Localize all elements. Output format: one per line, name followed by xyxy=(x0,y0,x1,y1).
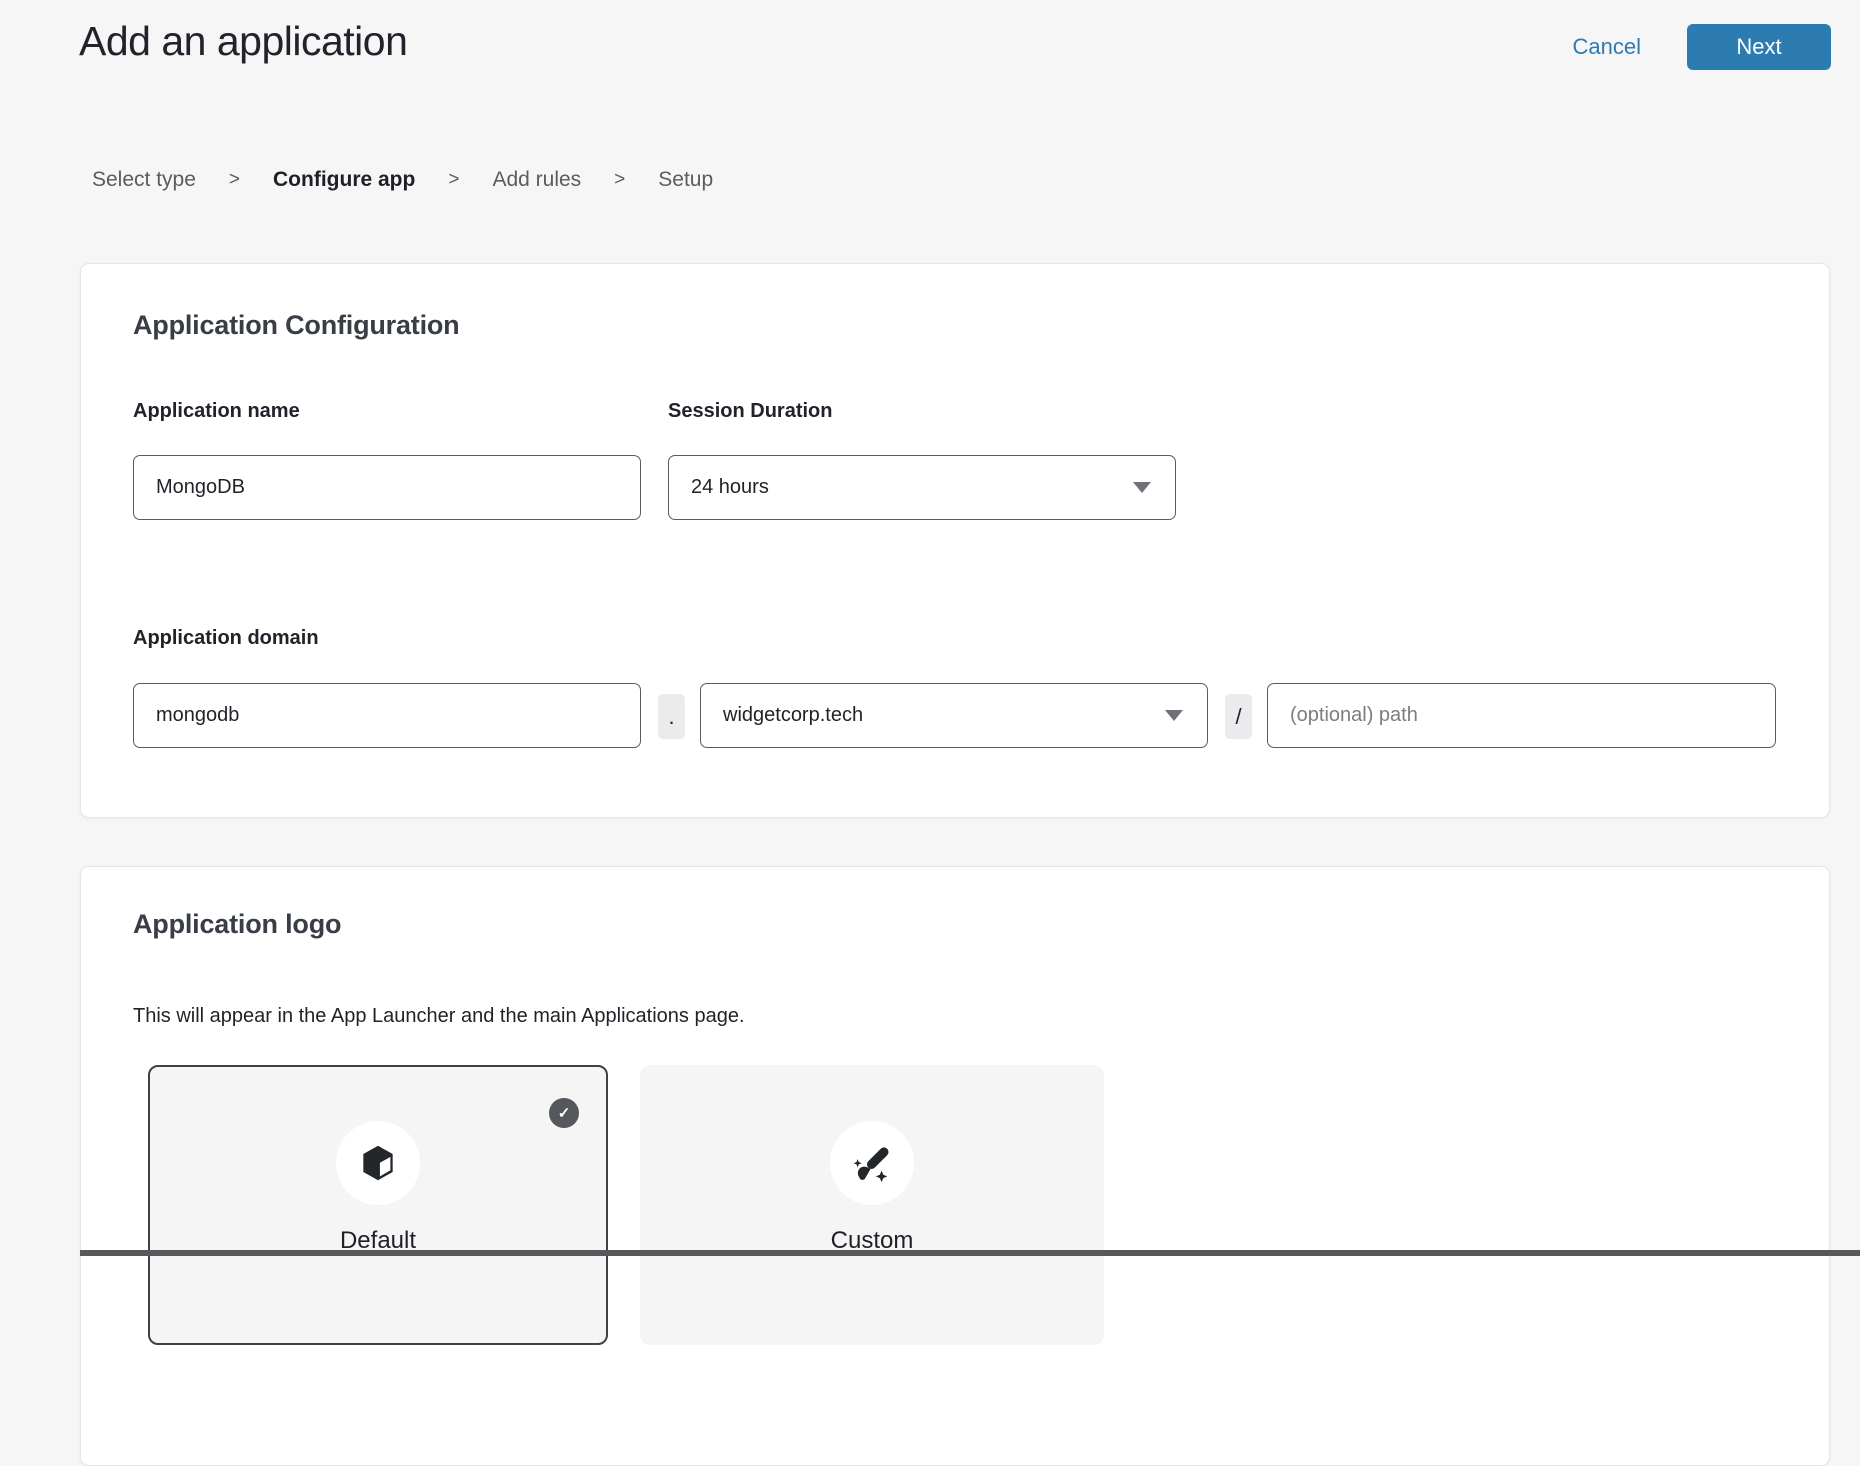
application-logo-description: This will appear in the App Launcher and… xyxy=(133,1005,745,1028)
session-duration-value: 24 hours xyxy=(691,476,769,499)
session-duration-select[interactable]: 24 hours xyxy=(668,455,1176,520)
default-logo-circle xyxy=(336,1121,420,1205)
application-logo-card: Application logo This will appear in the… xyxy=(80,866,1830,1466)
chevron-down-icon xyxy=(1165,710,1183,721)
breadcrumb: Select type > Configure app > Add rules … xyxy=(92,168,713,192)
breadcrumb-separator: > xyxy=(229,169,240,191)
session-duration-label: Session Duration xyxy=(668,400,832,423)
logo-option-custom[interactable]: Custom xyxy=(640,1065,1104,1345)
domain-select[interactable]: widgetcorp.tech xyxy=(700,683,1208,748)
slash-separator: / xyxy=(1225,694,1252,739)
next-button[interactable]: Next xyxy=(1687,24,1831,70)
application-configuration-card: Application Configuration Application na… xyxy=(80,263,1830,818)
page-title: Add an application xyxy=(79,18,407,65)
logo-option-default[interactable]: ✓ Default xyxy=(148,1065,608,1345)
application-name-label: Application name xyxy=(133,400,300,423)
logo-options: ✓ Default Custom xyxy=(148,1065,1104,1345)
cancel-button[interactable]: Cancel xyxy=(1573,34,1641,60)
check-icon: ✓ xyxy=(549,1098,579,1128)
application-logo-heading: Application logo xyxy=(133,909,341,940)
horizontal-scrollbar[interactable] xyxy=(80,1250,1860,1256)
subdomain-input[interactable] xyxy=(133,683,641,748)
application-name-input[interactable] xyxy=(133,455,641,520)
step-select-type[interactable]: Select type xyxy=(92,168,196,192)
dot-separator: . xyxy=(658,694,685,739)
domain-value: widgetcorp.tech xyxy=(723,704,863,727)
application-domain-label: Application domain xyxy=(133,627,319,650)
chevron-down-icon xyxy=(1133,482,1151,493)
application-configuration-heading: Application Configuration xyxy=(133,310,459,341)
step-setup[interactable]: Setup xyxy=(658,168,713,192)
path-input[interactable] xyxy=(1267,683,1776,748)
cube-icon xyxy=(356,1141,400,1185)
breadcrumb-separator: > xyxy=(448,169,459,191)
header-actions: Cancel Next xyxy=(1573,24,1831,70)
step-add-rules[interactable]: Add rules xyxy=(492,168,581,192)
custom-logo-circle xyxy=(830,1121,914,1205)
paintbrush-icon xyxy=(849,1140,895,1186)
step-configure-app[interactable]: Configure app xyxy=(273,168,415,192)
breadcrumb-separator: > xyxy=(614,169,625,191)
